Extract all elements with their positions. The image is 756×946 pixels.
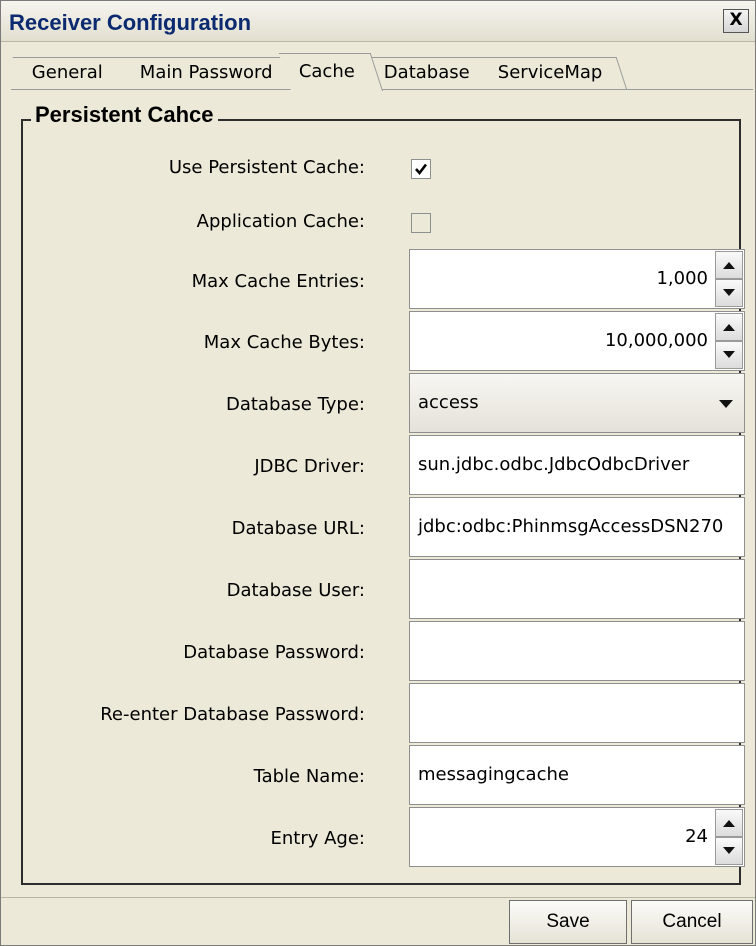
close-button[interactable]: X (723, 9, 749, 33)
max-cache-bytes-value: 10,000,000 (604, 330, 708, 351)
max-cache-bytes-spinner[interactable]: 10,000,000 (409, 311, 745, 371)
chevron-down-icon (719, 400, 733, 408)
reenter-password-input[interactable] (409, 683, 745, 743)
table-name-input[interactable]: messagingcache (409, 745, 745, 805)
arrow-down-icon (723, 289, 735, 296)
database-password-label: Database Password: (183, 642, 365, 663)
database-user-input[interactable] (409, 559, 745, 619)
checkmark-icon (415, 163, 428, 176)
max-cache-bytes-increment[interactable] (715, 313, 743, 341)
receiver-configuration-window: Receiver Configuration X General Main Pa… (0, 0, 756, 946)
arrow-up-icon (723, 262, 735, 269)
database-type-select[interactable]: access (409, 373, 745, 433)
table-name-label: Table Name: (253, 766, 365, 787)
entry-age-label: Entry Age: (270, 828, 366, 849)
tab-main-password[interactable]: Main Password (120, 57, 301, 89)
tab-cache[interactable]: Cache (278, 53, 383, 91)
reenter-password-label: Re-enter Database Password: (100, 704, 365, 725)
database-url-input[interactable]: jdbc:odbc:PhinmsgAccessDSN270 (409, 497, 745, 557)
database-password-input[interactable] (409, 621, 745, 681)
cancel-button[interactable]: Cancel (631, 900, 753, 944)
entry-age-value: 24 (685, 826, 708, 847)
title-bar: Receiver Configuration X (1, 1, 755, 42)
database-url-label: Database URL: (231, 518, 365, 539)
window-title: Receiver Configuration (9, 10, 252, 35)
max-cache-entries-increment[interactable] (715, 251, 743, 279)
max-cache-bytes-decrement[interactable] (715, 341, 743, 369)
max-cache-entries-label: Max Cache Entries: (191, 271, 365, 292)
group-legend: Persistent Cahce (31, 102, 218, 128)
max-cache-entries-decrement[interactable] (715, 279, 743, 307)
database-type-value: access (418, 392, 479, 413)
arrow-up-icon (723, 820, 735, 827)
database-user-label: Database User: (226, 580, 365, 601)
arrow-down-icon (723, 847, 735, 854)
entry-age-decrement[interactable] (715, 837, 743, 865)
max-cache-bytes-label: Max Cache Bytes: (203, 332, 365, 353)
tab-servicemap[interactable]: ServiceMap (478, 57, 627, 89)
max-cache-entries-value: 1,000 (656, 268, 708, 289)
tab-database[interactable]: Database (364, 57, 499, 89)
entry-age-increment[interactable] (715, 809, 743, 837)
save-button[interactable]: Save (509, 900, 627, 944)
use-persistent-cache-label: Use Persistent Cache: (168, 157, 365, 178)
arrow-up-icon (723, 324, 735, 331)
arrow-down-icon (723, 351, 735, 358)
max-cache-entries-spinner[interactable]: 1,000 (409, 249, 745, 309)
entry-age-spinner[interactable]: 24 (409, 807, 745, 867)
jdbc-driver-input[interactable]: sun.jdbc.odbc.JdbcOdbcDriver (409, 435, 745, 495)
application-cache-label: Application Cache: (196, 211, 365, 232)
database-type-label: Database Type: (225, 394, 365, 415)
use-persistent-cache-checkbox[interactable] (411, 159, 431, 179)
application-cache-checkbox[interactable] (411, 213, 431, 233)
jdbc-driver-label: JDBC Driver: (254, 456, 365, 477)
